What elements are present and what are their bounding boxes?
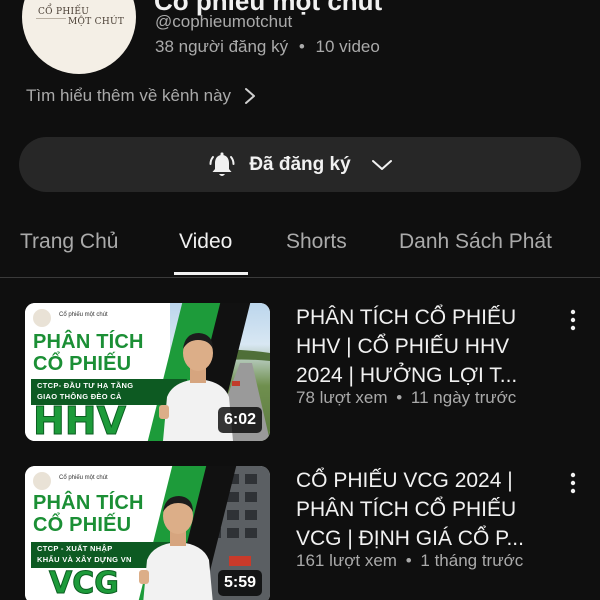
subscribed-button[interactable]: Đã đăng ký — [19, 137, 581, 192]
thumbnail-headline-2: CỔ PHIẾU — [33, 514, 132, 536]
channel-meta: 38 người đăng ký • 10 video — [155, 37, 380, 57]
video-title[interactable]: PHÂN TÍCH CỔ PHIẾU HHV | CỔ PHIẾU HHV 20… — [296, 303, 546, 390]
avatar-text-line2: MỘT CHÚT — [68, 17, 125, 27]
video-views: 161 lượt xem — [296, 551, 397, 570]
channel-handle: @cophieumotchut — [155, 12, 293, 31]
thumbnail-strip-line2: KHẨU VÀ XÂY DỰNG VN — [37, 555, 132, 564]
more-actions-icon[interactable] — [566, 472, 580, 494]
thumbnail-ticker: VCG — [49, 566, 120, 600]
thumbnail-strip-line1: CTCP - XUẤT NHẬP — [37, 544, 113, 553]
video-title[interactable]: CỔ PHIẾU VCG 2024 | PHÂN TÍCH CỔ PHIẾU V… — [296, 466, 546, 553]
tab-shorts[interactable]: Shorts — [286, 230, 347, 254]
thumbnail-channel-name: Cổ phiếu một chút — [59, 475, 108, 481]
thumbnail-channel-logo — [33, 309, 51, 327]
thumbnail-headline-1: PHÂN TÍCH — [33, 492, 144, 514]
chevron-right-icon — [245, 88, 256, 104]
video-age: 11 ngày trước — [410, 388, 517, 407]
tab-home[interactable]: Trang Chủ — [20, 230, 118, 254]
thumbnail-channel-name: Cổ phiếu một chút — [59, 312, 108, 318]
meta-separator: • — [396, 388, 403, 407]
tab-playlists[interactable]: Danh Sách Phát — [399, 230, 552, 254]
video-item[interactable]: Cổ phiếu một chút PHÂN TÍCH CỔ PHIẾU CTC… — [0, 466, 600, 600]
thumbnail-headline-2: CỔ PHIẾU — [33, 353, 132, 375]
tab-videos[interactable]: Video — [179, 230, 232, 254]
chevron-down-icon — [371, 159, 392, 170]
video-thumbnail[interactable]: Cổ phiếu một chút PHÂN TÍCH CỔ PHIẾU CTC… — [25, 466, 270, 600]
video-count: 10 video — [315, 37, 380, 56]
more-actions-icon[interactable] — [566, 309, 580, 331]
subscriber-count: 38 người đăng ký — [155, 37, 289, 56]
subscribed-label: Đã đăng ký — [249, 153, 351, 175]
channel-about-label: Tìm hiểu thêm về kênh này — [26, 86, 232, 105]
video-meta: 78 lượt xem • 11 ngày trước — [296, 388, 516, 408]
channel-about-link[interactable]: Tìm hiểu thêm về kênh này — [26, 86, 257, 106]
avatar-text-line1: CỔ PHIẾU — [38, 7, 90, 17]
bell-icon — [209, 152, 235, 176]
meta-separator: • — [405, 551, 412, 570]
video-duration: 6:02 — [217, 407, 262, 433]
video-views: 78 lượt xem — [296, 388, 388, 407]
video-item[interactable]: Cổ phiếu một chút PHÂN TÍCH CỔ PHIẾU CTC… — [0, 303, 600, 443]
thumbnail-headline-1: PHÂN TÍCH — [33, 331, 144, 353]
thumbnail-strip-line1: CTCP- ĐẦU TƯ HẠ TẦNG — [37, 381, 134, 390]
active-tab-indicator — [174, 272, 248, 275]
video-duration: 5:59 — [217, 570, 262, 596]
thumbnail-channel-logo — [33, 472, 51, 490]
video-thumbnail[interactable]: Cổ phiếu một chút PHÂN TÍCH CỔ PHIẾU CTC… — [25, 303, 270, 441]
channel-avatar[interactable]: CỔ PHIẾU MỘT CHÚT — [22, 0, 136, 74]
meta-separator: • — [298, 37, 305, 56]
thumbnail-ticker: HHV — [32, 399, 127, 442]
channel-tabs: Trang Chủ Video Shorts Danh Sách Phát — [0, 222, 600, 278]
avatar-rule — [36, 18, 66, 19]
presenter-figure — [139, 496, 213, 600]
video-meta: 161 lượt xem • 1 tháng trước — [296, 551, 523, 571]
video-age: 1 tháng trước — [420, 551, 524, 570]
